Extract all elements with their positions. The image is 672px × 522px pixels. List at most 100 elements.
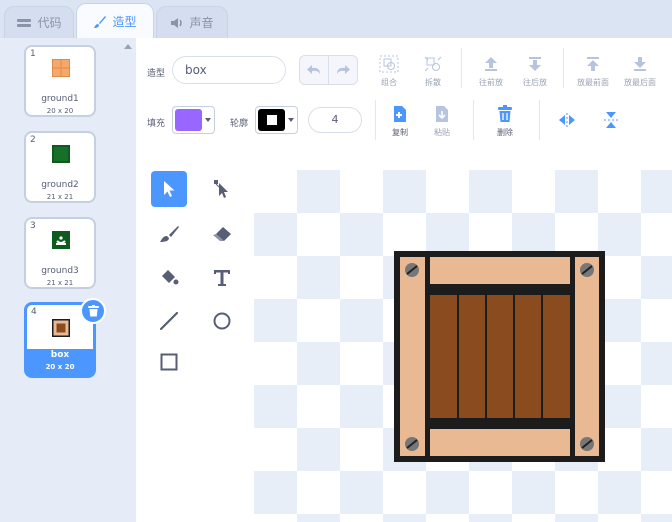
costume-size: 20 x 20 bbox=[46, 107, 74, 115]
chevron-down-icon bbox=[288, 118, 294, 122]
costume-name-input[interactable]: box bbox=[172, 56, 286, 84]
costume-size: 21 x 21 bbox=[46, 193, 74, 201]
backward-button[interactable]: 往后放 bbox=[513, 54, 557, 88]
arrow-to-top-icon bbox=[587, 57, 599, 71]
fill-color-picker[interactable] bbox=[172, 106, 215, 134]
costume-index: 1 bbox=[30, 49, 36, 59]
trash-icon bbox=[87, 305, 99, 317]
box-thumb bbox=[52, 319, 70, 337]
tab-sounds-label: 声音 bbox=[189, 16, 214, 30]
undo-icon bbox=[307, 65, 320, 74]
copy-button[interactable]: 复制 bbox=[378, 104, 422, 138]
costume-name-label: 造型 bbox=[147, 69, 166, 79]
paste-label: 粘贴 bbox=[434, 128, 450, 137]
group-icon bbox=[379, 55, 399, 73]
costume-card-ground1[interactable]: 1 ground1 20 x 20 bbox=[24, 45, 96, 117]
copy-icon bbox=[394, 106, 406, 122]
flip-vertical-icon bbox=[604, 112, 618, 128]
tab-code[interactable]: 代码 bbox=[4, 6, 74, 38]
delete-label: 删除 bbox=[497, 128, 513, 137]
paint-bucket-icon bbox=[162, 270, 179, 285]
toolbar-divider bbox=[563, 48, 564, 88]
paint-editor: 造型 box 组合 拆散 往前放 往后放 放最前面 放最后面 填充 轮廓 4 复… bbox=[136, 38, 672, 522]
costume-index: 4 bbox=[31, 307, 37, 317]
tab-costumes-label: 造型 bbox=[112, 15, 137, 29]
paint-canvas[interactable] bbox=[254, 170, 672, 522]
redo-icon bbox=[337, 65, 350, 74]
delete-button[interactable]: 删除 bbox=[483, 104, 527, 138]
front-button[interactable]: 放最前面 bbox=[571, 54, 615, 88]
eraser-icon bbox=[213, 227, 231, 241]
brush-tool[interactable] bbox=[151, 216, 187, 252]
costume-size: 20 x 20 bbox=[45, 363, 75, 371]
circle-tool[interactable] bbox=[204, 303, 240, 339]
reshape-icon bbox=[214, 180, 228, 198]
outline-width-input[interactable]: 4 bbox=[308, 107, 362, 133]
brush-icon bbox=[94, 15, 107, 28]
group-button[interactable]: 组合 bbox=[367, 54, 411, 88]
box-drawing[interactable] bbox=[254, 170, 672, 522]
tab-costumes[interactable]: 造型 bbox=[76, 3, 154, 39]
costume-name: ground2 bbox=[41, 180, 79, 190]
ungroup-icon bbox=[424, 56, 442, 72]
tab-sounds[interactable]: 声音 bbox=[156, 6, 228, 38]
flip-horizontal-icon bbox=[559, 113, 575, 127]
speaker-icon bbox=[171, 17, 183, 28]
backward-label: 往后放 bbox=[523, 78, 547, 87]
text-tool[interactable] bbox=[204, 260, 240, 296]
costume-card-ground3[interactable]: 3 ground3 21 x 21 bbox=[24, 217, 96, 289]
paste-button[interactable]: 粘贴 bbox=[420, 104, 464, 138]
delete-costume-button[interactable] bbox=[80, 298, 106, 324]
sidebar-scrollbar[interactable] bbox=[120, 38, 136, 522]
outline-color-picker[interactable] bbox=[255, 106, 298, 134]
line-tool[interactable] bbox=[151, 303, 187, 339]
undo-button[interactable] bbox=[299, 55, 329, 85]
cursor-icon bbox=[164, 181, 175, 197]
ground2-thumb bbox=[52, 145, 70, 163]
trash-icon bbox=[498, 105, 512, 122]
redo-button[interactable] bbox=[328, 55, 358, 85]
brush-icon bbox=[160, 226, 179, 242]
toolbar-divider bbox=[473, 100, 474, 140]
forward-button[interactable]: 往前放 bbox=[469, 54, 513, 88]
toolbar-divider bbox=[375, 100, 376, 140]
toolbar-divider bbox=[461, 48, 462, 88]
text-icon bbox=[214, 270, 230, 286]
ground3-thumb bbox=[52, 231, 70, 249]
back-button[interactable]: 放最后面 bbox=[618, 54, 662, 88]
code-icon bbox=[17, 18, 32, 27]
reshape-tool[interactable] bbox=[204, 171, 240, 207]
costume-index: 3 bbox=[30, 221, 36, 231]
toolbar-divider bbox=[539, 100, 540, 140]
line-icon bbox=[159, 311, 179, 331]
costume-name: box bbox=[50, 350, 70, 360]
group-label: 组合 bbox=[381, 78, 397, 87]
eraser-tool[interactable] bbox=[204, 216, 240, 252]
fill-tool[interactable] bbox=[151, 260, 187, 296]
costume-card-ground2[interactable]: 2 ground2 21 x 21 bbox=[24, 131, 96, 203]
outline-label: 轮廓 bbox=[230, 119, 249, 129]
fill-label: 填充 bbox=[147, 119, 166, 129]
scroll-up-arrow-icon[interactable] bbox=[124, 44, 132, 49]
fill-color-swatch bbox=[175, 109, 202, 131]
rectangle-tool[interactable] bbox=[151, 344, 187, 380]
ungroup-button[interactable]: 拆散 bbox=[411, 54, 455, 88]
forward-label: 往前放 bbox=[479, 78, 503, 87]
costume-name: ground1 bbox=[41, 94, 79, 104]
back-label: 放最后面 bbox=[624, 78, 656, 87]
arrow-up-icon bbox=[485, 57, 497, 71]
chevron-down-icon bbox=[205, 118, 211, 122]
front-label: 放最前面 bbox=[577, 78, 609, 87]
circle-icon bbox=[213, 312, 231, 330]
costume-list: 1 ground1 20 x 20 2 ground2 21 x 21 3 gr… bbox=[0, 38, 120, 522]
flip-vertical-button[interactable] bbox=[589, 110, 633, 130]
rectangle-icon bbox=[160, 353, 178, 371]
costume-name: ground3 bbox=[41, 266, 79, 276]
arrow-to-bottom-icon bbox=[634, 57, 646, 71]
arrow-down-icon bbox=[529, 57, 541, 71]
copy-label: 复制 bbox=[392, 128, 408, 137]
paste-icon bbox=[436, 106, 448, 122]
select-tool[interactable] bbox=[151, 171, 187, 207]
flip-horizontal-button[interactable] bbox=[545, 110, 589, 130]
outline-color-swatch bbox=[258, 109, 285, 131]
